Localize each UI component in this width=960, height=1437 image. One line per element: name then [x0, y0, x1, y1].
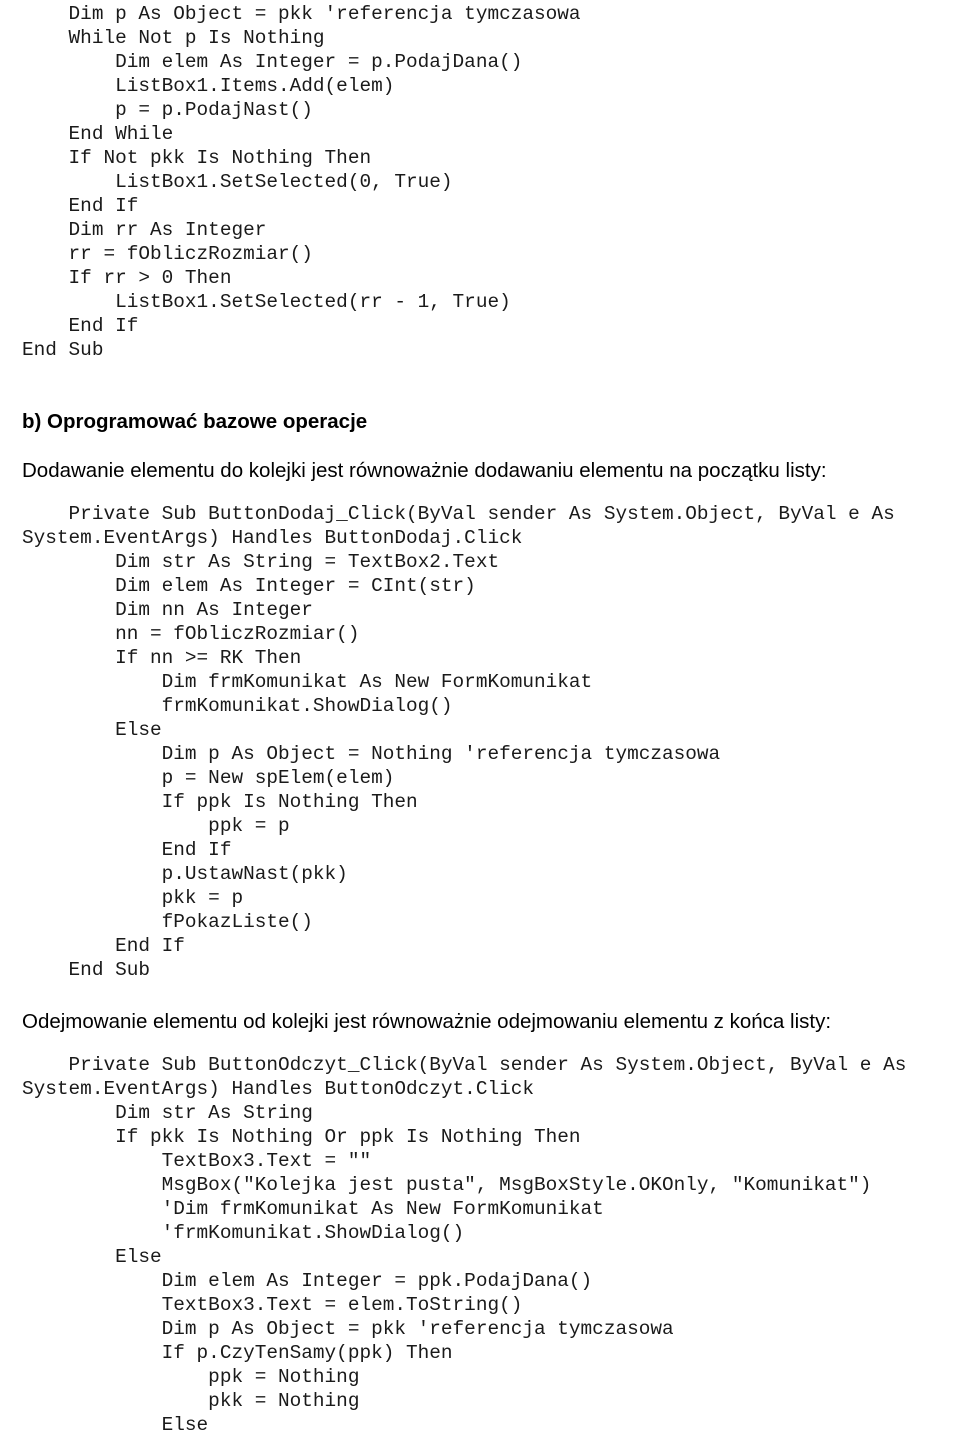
- code-line: Dim elem As Integer = p.PodajDana(): [22, 51, 523, 73]
- code-line: End While: [22, 123, 174, 145]
- code-block-fpokazliste-tail: Dim p As Object = pkk 'referencja tymcza…: [22, 0, 938, 362]
- code-line: p.UstawNast(pkk): [22, 863, 348, 885]
- code-block-button-odczyt: Private Sub ButtonOdczyt_Click(ByVal sen…: [22, 1053, 938, 1437]
- code-line: frmKomunikat.ShowDialog(): [22, 695, 453, 717]
- code-line: System.EventArgs) Handles ButtonOdczyt.C…: [22, 1078, 534, 1100]
- code-line: Else: [22, 719, 162, 741]
- code-line: 'frmKomunikat.ShowDialog(): [22, 1222, 465, 1244]
- code-line: MsgBox("Kolejka jest pusta", MsgBoxStyle…: [22, 1174, 872, 1196]
- code-line: If nn >= RK Then: [22, 647, 302, 669]
- code-line: fPokazListe(): [22, 911, 313, 933]
- heading-section-b: b) Oprogramować bazowe operacje: [22, 410, 368, 433]
- paragraph-dodawanie: Dodawanie elementu do kolejki jest równo…: [22, 459, 827, 482]
- code-line: pkk = Nothing: [22, 1390, 360, 1412]
- code-line: End If: [22, 935, 185, 957]
- code-line: rr = fObliczRozmiar(): [22, 243, 313, 265]
- code-line: End If: [22, 839, 232, 861]
- code-line: While Not p Is Nothing: [22, 27, 325, 49]
- code-line: ListBox1.Items.Add(elem): [22, 75, 395, 97]
- code-line: If p.CzyTenSamy(ppk) Then: [22, 1342, 453, 1364]
- paragraph-odejmowanie: Odejmowanie elementu od kolejki jest rów…: [22, 1010, 832, 1033]
- code-line: End If: [22, 315, 139, 337]
- code-line: ListBox1.SetSelected(0, True): [22, 171, 453, 193]
- code-line: ListBox1.SetSelected(rr - 1, True): [22, 291, 511, 313]
- code-line: Dim p As Object = pkk 'referencja tymcza…: [22, 1318, 674, 1340]
- code-line: Dim elem As Integer = CInt(str): [22, 575, 476, 597]
- code-block-button-dodaj: Private Sub ButtonDodaj_Click(ByVal send…: [22, 502, 938, 982]
- code-line: If rr > 0 Then: [22, 267, 232, 289]
- code-line: End Sub: [22, 339, 104, 361]
- code-line: TextBox3.Text = "": [22, 1150, 372, 1172]
- code-line: p = New spElem(elem): [22, 767, 395, 789]
- code-line: End If: [22, 195, 139, 217]
- code-line: System.EventArgs) Handles ButtonDodaj.Cl…: [22, 527, 523, 549]
- code-line: Dim p As Object = Nothing 'referencja ty…: [22, 743, 721, 765]
- code-line: Dim rr As Integer: [22, 219, 267, 241]
- code-line: nn = fObliczRozmiar(): [22, 623, 360, 645]
- code-line: Dim elem As Integer = ppk.PodajDana(): [22, 1270, 593, 1292]
- code-line: ppk = p: [22, 815, 290, 837]
- code-line: Dim str As String = TextBox2.Text: [22, 551, 500, 573]
- code-line: Dim frmKomunikat As New FormKomunikat: [22, 671, 593, 693]
- code-line: 'Dim frmKomunikat As New FormKomunikat: [22, 1198, 604, 1220]
- code-line: ppk = Nothing: [22, 1366, 360, 1388]
- code-line: If Not pkk Is Nothing Then: [22, 147, 372, 169]
- code-line: TextBox3.Text = elem.ToString(): [22, 1294, 523, 1316]
- code-line: pkk = p: [22, 887, 244, 909]
- code-line: Else: [22, 1246, 162, 1268]
- code-line: Dim str As String: [22, 1102, 313, 1124]
- code-line: If pkk Is Nothing Or ppk Is Nothing Then: [22, 1126, 581, 1148]
- code-line: Else: [22, 1414, 209, 1436]
- code-line: End Sub: [22, 959, 150, 981]
- code-line: Private Sub ButtonOdczyt_Click(ByVal sen…: [22, 1054, 907, 1076]
- code-line: If ppk Is Nothing Then: [22, 791, 418, 813]
- code-line: Private Sub ButtonDodaj_Click(ByVal send…: [22, 503, 895, 525]
- code-line: Dim nn As Integer: [22, 599, 313, 621]
- code-line: p = p.PodajNast(): [22, 99, 313, 121]
- code-line: Dim p As Object = pkk 'referencja tymcza…: [22, 3, 581, 25]
- document-page: Dim p As Object = pkk 'referencja tymcza…: [0, 0, 960, 1436]
